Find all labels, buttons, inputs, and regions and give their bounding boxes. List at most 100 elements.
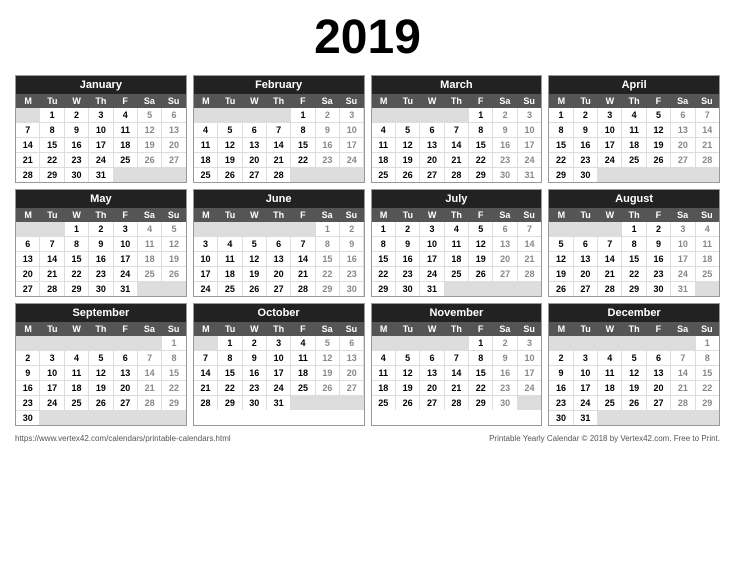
footer-right: Printable Yearly Calendar © 2018 by Vert… (489, 434, 720, 443)
dow-cell: Sa (315, 322, 339, 336)
day-cell: 16 (396, 252, 419, 266)
day-cell: 21 (194, 381, 217, 395)
day-cell: 7 (445, 123, 468, 137)
day-cell: 14 (291, 252, 314, 266)
dow-cell: Tu (574, 94, 598, 108)
day-cell: 13 (671, 123, 694, 137)
day-cell: 3 (574, 351, 597, 365)
day-cell: 17 (671, 252, 694, 266)
day-cell: 13 (114, 366, 137, 380)
day-cell: 10 (518, 123, 541, 137)
dow-cell: Su (695, 208, 719, 222)
day-cell: 25 (218, 282, 241, 296)
day-cell: 25 (372, 168, 395, 182)
day-cell: 26 (162, 267, 185, 281)
day-cell: 14 (445, 138, 468, 152)
day-cell: 19 (622, 381, 645, 395)
day-cell: 20 (114, 381, 137, 395)
day-cell: 28 (518, 267, 541, 281)
day-cell: 3 (340, 108, 363, 122)
day-cell: 10 (598, 123, 621, 137)
day-cell: 27 (420, 168, 443, 182)
day-cell: 13 (574, 252, 597, 266)
day-cell: 1 (469, 108, 492, 122)
dow-cell: Tu (40, 94, 64, 108)
day-cell: 9 (316, 123, 339, 137)
dow-cell: Sa (493, 208, 517, 222)
dow-cell: M (16, 322, 40, 336)
day-cell: 26 (622, 396, 645, 410)
day-cell: 8 (469, 351, 492, 365)
day-cell: 13 (647, 366, 670, 380)
day-cell: 10 (574, 366, 597, 380)
day-cell: 22 (469, 381, 492, 395)
day-cell: 10 (518, 351, 541, 365)
dow-cell: Th (267, 208, 291, 222)
dow-cell: Sa (315, 94, 339, 108)
day-cell: 27 (267, 282, 290, 296)
day-cell: 30 (243, 396, 266, 410)
day-cell (574, 336, 597, 350)
day-cell: 5 (138, 108, 161, 122)
day-cell: 12 (138, 123, 161, 137)
day-cell: 1 (372, 222, 395, 236)
dow-cell: M (194, 94, 218, 108)
day-cell (65, 336, 88, 350)
day-cell: 8 (372, 237, 395, 251)
dow-cell: Sa (671, 208, 695, 222)
days-grid: 1234567891011121314151617181920212223242… (372, 336, 542, 410)
day-cell: 4 (114, 108, 137, 122)
day-cell (598, 336, 621, 350)
calendar-grid: JanuaryMTuWThFSaSu1234567891011121314151… (15, 75, 720, 426)
day-cell (16, 336, 39, 350)
day-cell (696, 282, 719, 296)
day-cell (138, 336, 161, 350)
day-cell (267, 108, 290, 122)
day-cell: 11 (372, 138, 395, 152)
dow-cell: Th (89, 322, 113, 336)
day-cell: 19 (316, 366, 339, 380)
dow-cell: F (291, 208, 315, 222)
day-cell: 5 (243, 237, 266, 251)
day-cell (647, 411, 670, 425)
day-cell: 5 (316, 336, 339, 350)
month-block-january: JanuaryMTuWThFSaSu1234567891011121314151… (15, 75, 187, 183)
day-cell: 13 (420, 366, 443, 380)
dow-cell: Tu (574, 208, 598, 222)
day-cell: 21 (518, 252, 541, 266)
day-cell: 20 (671, 138, 694, 152)
day-cell: 6 (243, 123, 266, 137)
day-cell: 2 (574, 108, 597, 122)
day-cell: 12 (316, 351, 339, 365)
day-cell (598, 411, 621, 425)
day-cell (396, 108, 419, 122)
month-header-october: October (194, 304, 364, 322)
day-cell: 9 (493, 123, 516, 137)
day-cell (114, 336, 137, 350)
day-cell: 26 (138, 153, 161, 167)
day-cell: 19 (647, 138, 670, 152)
day-cell: 14 (518, 237, 541, 251)
day-cell: 2 (340, 222, 363, 236)
day-cell: 10 (114, 237, 137, 251)
dow-row: MTuWThFSaSu (16, 94, 186, 108)
day-cell: 12 (243, 252, 266, 266)
day-cell: 5 (396, 123, 419, 137)
month-header-december: December (549, 304, 719, 322)
days-grid: 1234567891011121314151617181920212223242… (549, 222, 719, 296)
day-cell: 22 (469, 153, 492, 167)
day-cell: 20 (574, 267, 597, 281)
day-cell: 11 (114, 123, 137, 137)
day-cell: 25 (445, 267, 468, 281)
day-cell: 6 (493, 222, 516, 236)
day-cell (114, 168, 137, 182)
day-cell (493, 282, 516, 296)
day-cell: 8 (696, 351, 719, 365)
dow-row: MTuWThFSaSu (372, 94, 542, 108)
day-cell (162, 282, 185, 296)
day-cell: 14 (40, 252, 63, 266)
day-cell: 16 (316, 138, 339, 152)
day-cell: 29 (218, 396, 241, 410)
day-cell: 2 (89, 222, 112, 236)
day-cell: 24 (267, 381, 290, 395)
